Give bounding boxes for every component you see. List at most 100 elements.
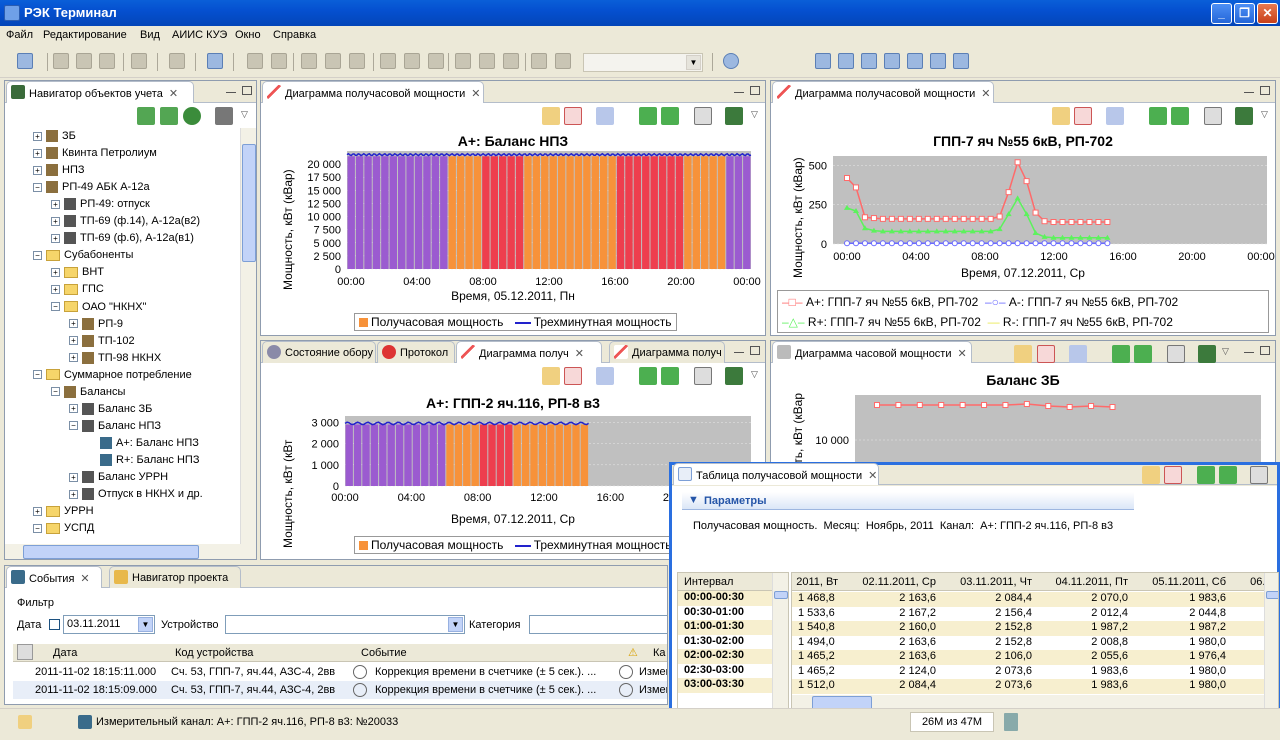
expand-toggle-icon[interactable]: +: [51, 199, 60, 209]
arrow-right-icon[interactable]: [661, 367, 679, 385]
tree-item[interactable]: + Квинта Петролиум: [33, 147, 157, 160]
tree-item[interactable]: + УРРН: [33, 505, 94, 517]
minimize-button[interactable]: _: [1211, 3, 1232, 24]
value-cell[interactable]: 2 044,8: [1134, 607, 1232, 619]
tab-protocol[interactable]: Протокол: [377, 341, 455, 363]
cut-icon[interactable]: [301, 53, 317, 69]
expand-toggle-icon[interactable]: −: [33, 182, 42, 192]
col-device[interactable]: Код устройства: [175, 647, 253, 659]
expand-toggle-icon[interactable]: +: [69, 489, 78, 499]
tree-item[interactable]: + ТП-102: [69, 335, 135, 347]
value-cell[interactable]: 2 106,0: [942, 650, 1038, 662]
window2-view-icon[interactable]: [930, 53, 946, 69]
collapse-all-icon[interactable]: [160, 107, 178, 125]
minimize-icon[interactable]: [226, 92, 236, 94]
tab-equipment-status[interactable]: Состояние обору: [262, 341, 376, 363]
menu-window[interactable]: Окно: [235, 29, 261, 41]
tree-item[interactable]: − РП-49 АБК А-12а: [33, 181, 150, 194]
save-as-icon[interactable]: [76, 53, 92, 69]
redo-icon[interactable]: [271, 53, 287, 69]
excel-icon[interactable]: [725, 367, 743, 385]
close-icon[interactable]: ✕: [169, 88, 178, 100]
tree-item[interactable]: − Субабоненты: [33, 249, 133, 261]
group3-icon[interactable]: [503, 53, 519, 69]
menu-view[interactable]: Вид: [140, 29, 160, 41]
value-cell[interactable]: 1 976,4: [1134, 650, 1232, 662]
copy-icon[interactable]: [325, 53, 341, 69]
tree3-icon[interactable]: [428, 53, 444, 69]
table-row[interactable]: 2011-11-02 18:15:11.000 Сч. 53, ГПП-7, я…: [13, 663, 667, 681]
menu-help[interactable]: Справка: [273, 29, 316, 41]
close-icon[interactable]: ✕: [575, 348, 584, 360]
value-cell[interactable]: 1 512,0: [792, 679, 844, 691]
new-window-icon[interactable]: [1052, 107, 1070, 125]
expand-toggle-icon[interactable]: −: [33, 250, 42, 260]
arrow-right-icon[interactable]: [1171, 107, 1189, 125]
tab-chart4-hidden[interactable]: Диаграмма получ: [609, 341, 725, 363]
date-input[interactable]: 03.11.2011 ▼: [63, 615, 155, 634]
expand-toggle-icon[interactable]: −: [51, 302, 60, 312]
table-row[interactable]: 2011-11-02 18:15:09.000 Сч. 53, ГПП-7, я…: [13, 681, 667, 699]
value-cell[interactable]: 2 084,4: [844, 679, 942, 691]
tree-icon[interactable]: [380, 53, 396, 69]
expand-toggle-icon[interactable]: +: [69, 472, 78, 482]
minimize-icon[interactable]: [734, 352, 744, 354]
interval-vscroll[interactable]: [772, 573, 788, 712]
tab-chart-hourly[interactable]: Диаграмма часовой мощности ✕: [772, 341, 972, 363]
view-menu-icon[interactable]: ▽: [1261, 109, 1268, 120]
value-cell[interactable]: 2 012,4: [1038, 607, 1134, 619]
arrow-right-icon[interactable]: [661, 107, 679, 125]
view-menu-icon[interactable]: ▽: [751, 369, 758, 380]
tree-item[interactable]: + ТП-69 (ф.14), А-12а(в2): [51, 215, 200, 228]
tab-navigator[interactable]: Навигатор объектов учета ✕: [6, 81, 194, 103]
tree-item[interactable]: + ТП-98 НКНХ: [69, 352, 161, 364]
value-cell[interactable]: 1 980,0: [1134, 636, 1232, 648]
column-header[interactable]: 04.11.2011, Пт: [1038, 576, 1134, 588]
expand-toggle-icon[interactable]: +: [51, 267, 60, 277]
calendar-icon[interactable]: [694, 367, 712, 385]
column-header[interactable]: 02.11.2011, Ср: [844, 576, 942, 588]
expand-toggle-icon[interactable]: +: [69, 353, 78, 363]
table-row[interactable]: 1 465,2 2 124,0 2 073,6 1 983,6 1 980,0: [792, 664, 1278, 679]
undo-icon[interactable]: [247, 53, 263, 69]
arrow-right-icon[interactable]: [1219, 466, 1237, 484]
toolbar-combo[interactable]: ▼: [583, 53, 703, 72]
date-checkbox[interactable]: [49, 619, 60, 630]
new-window-icon[interactable]: [542, 367, 560, 385]
maximize-icon[interactable]: [1260, 346, 1270, 355]
expand-toggle-icon[interactable]: +: [33, 165, 42, 175]
value-cell[interactable]: 2 163,6: [844, 650, 942, 662]
tree-item[interactable]: + РП-49: отпуск: [51, 198, 150, 211]
filter-icon[interactable]: [215, 107, 233, 125]
save-icon[interactable]: [53, 53, 69, 69]
minimize-icon[interactable]: [734, 92, 744, 94]
align-icon[interactable]: [531, 53, 547, 69]
excel-icon[interactable]: [725, 107, 743, 125]
col-category[interactable]: Ка: [653, 647, 666, 659]
arrow-left-icon[interactable]: [639, 107, 657, 125]
column-header[interactable]: 05.11.2011, Сб: [1134, 576, 1232, 588]
table-row[interactable]: 1 512,0 2 084,4 2 073,6 1 983,6 1 980,0: [792, 679, 1278, 694]
table-row[interactable]: 1 533,6 2 167,2 2 156,4 2 012,4 2 044,8: [792, 606, 1278, 621]
tab-events[interactable]: События ✕: [6, 566, 102, 588]
expand-toggle-icon[interactable]: −: [69, 421, 78, 431]
menu-aiis[interactable]: АИИС КУЭ: [172, 29, 227, 41]
values-vscroll[interactable]: [1264, 573, 1278, 712]
expand-toggle-icon[interactable]: −: [33, 523, 42, 533]
category-select[interactable]: [529, 615, 667, 634]
tab-chart3[interactable]: Диаграмма получ ✕: [456, 341, 602, 363]
chart-settings-icon[interactable]: [1106, 107, 1124, 125]
value-cell[interactable]: 1 468,8: [792, 592, 844, 604]
table-view-icon[interactable]: [838, 53, 854, 69]
chart-settings-icon[interactable]: [596, 367, 614, 385]
arrow-left-icon[interactable]: [639, 367, 657, 385]
tree-item[interactable]: + РП-9: [69, 318, 123, 330]
params-section[interactable]: ▼ Параметры: [682, 492, 1134, 510]
device-select[interactable]: ▼: [225, 615, 465, 634]
calendar-icon[interactable]: [1204, 107, 1222, 125]
pin-icon[interactable]: [1164, 466, 1182, 484]
sync-icon[interactable]: [183, 107, 201, 125]
view-menu-icon[interactable]: ▽: [1222, 346, 1229, 357]
save-all-icon[interactable]: [99, 53, 115, 69]
tree-item[interactable]: + Баланс ЗБ: [69, 403, 152, 415]
